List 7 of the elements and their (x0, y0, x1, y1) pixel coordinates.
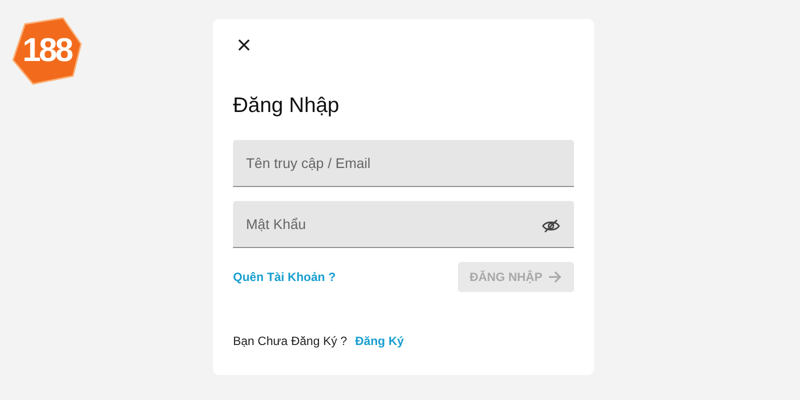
username-field[interactable]: Tên truy cập / Email (233, 140, 574, 188)
dialog-title: Đăng Nhập (233, 93, 340, 118)
arrow-right-icon (548, 271, 562, 284)
forgot-account-link[interactable]: Quên Tài Khoản ? (233, 268, 336, 286)
signup-link[interactable]: Đăng Ký (355, 332, 404, 350)
password-field[interactable]: Mật Khẩu (233, 201, 574, 248)
signup-prompt: Bạn Chưa Đăng Ký ? (233, 333, 348, 350)
